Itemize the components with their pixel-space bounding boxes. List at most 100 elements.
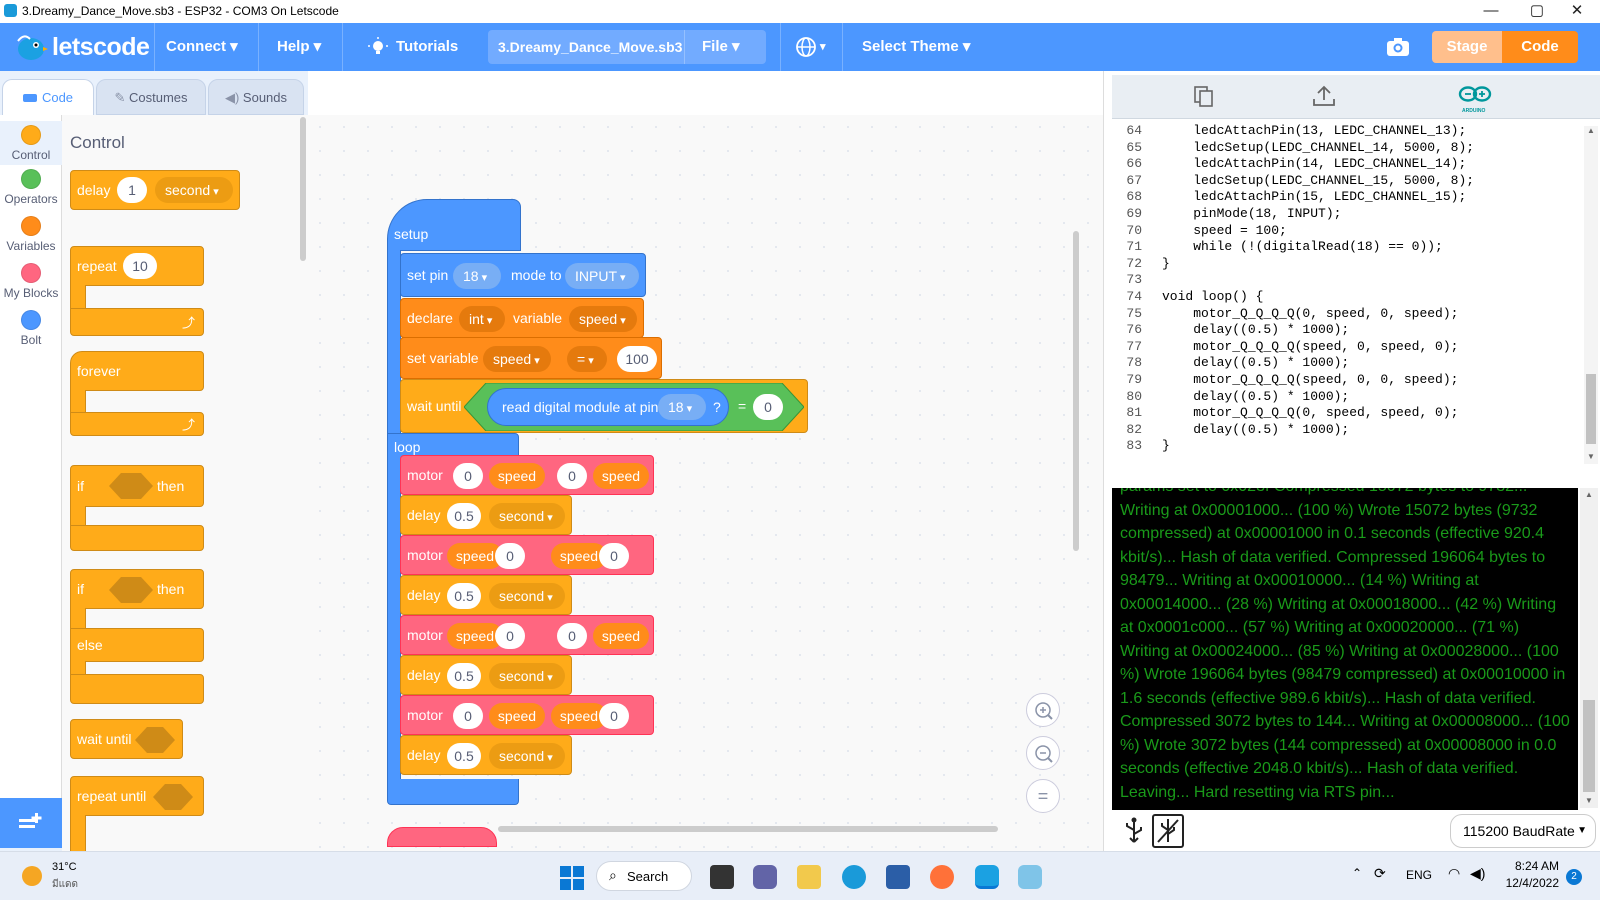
baudrate-select[interactable]: 115200 BaudRate ▼ [1450,814,1596,848]
palette-if-else-block[interactable]: if then [70,569,204,609]
serial-scrollbar[interactable]: ▲ ▼ [1580,488,1598,808]
compare-value-input[interactable]: 0 [753,394,783,420]
motor-value-input[interactable]: 0 [599,543,629,569]
palette-delay-block[interactable]: delay 1 second [70,170,240,210]
type-dropdown[interactable]: int [459,306,505,332]
category-operators[interactable]: Operators [0,169,62,206]
workspace-hscroll[interactable] [498,826,998,832]
declare-var-dropdown[interactable]: speed [569,306,637,332]
motor-speed-reporter[interactable]: speed [593,463,649,489]
file-explorer-icon[interactable] [797,865,821,889]
code-line[interactable]: } [1162,256,1170,271]
windows-start-icon[interactable] [560,866,584,890]
zoom-reset-button[interactable]: = [1026,779,1060,813]
code-line[interactable]: ledcAttachPin(14, LEDC_CHANNEL_14); [1162,156,1466,171]
language-dropdown-icon[interactable]: ▾ [820,23,826,71]
set-pin-block[interactable]: set pin 18 mode to INPUT [400,253,646,297]
loop-delay-block[interactable]: delay 0.5 second [400,735,572,775]
task-view-icon[interactable] [710,865,734,889]
tray-chevron-up-icon[interactable]: ⌃ [1352,866,1362,880]
palette-repeat-until-block[interactable]: repeat until [70,776,204,816]
select-theme-menu[interactable]: Select Theme ▾ [862,23,970,71]
edge-browser-icon[interactable] [842,865,866,889]
project-filename[interactable]: 3.Dreamy_Dance_Move.sb3 [498,23,682,71]
loop-delay-block[interactable]: delay 0.5 second [400,495,572,535]
set-var-dropdown[interactable]: speed [483,346,551,372]
delay-value-input[interactable]: 1 [117,177,147,203]
zoom-in-button[interactable] [1026,693,1060,727]
store-icon[interactable] [886,865,910,889]
loop-delay-input[interactable]: 0.5 [447,743,481,769]
pin-mode-dropdown[interactable]: INPUT [565,263,639,289]
taskbar-search[interactable]: ⌕ Search [596,861,692,891]
motor-block[interactable]: motor 0 speed speed 0 [400,695,654,735]
code-line[interactable]: void loop() { [1162,289,1263,304]
firefox-icon[interactable] [930,865,954,889]
serial-scroll-down-icon[interactable]: ▼ [1585,796,1593,805]
tab-sounds[interactable]: ◀) Sounds [208,79,304,115]
loop-delay-block[interactable]: delay 0.5 second [400,655,572,695]
copy-icon[interactable] [1194,86,1214,108]
close-button[interactable]: ✕ [1554,0,1600,23]
loop-delay-unit-dropdown[interactable]: second [489,663,565,689]
language-indicator[interactable]: ENG [1406,868,1432,882]
category-variables[interactable]: Variables [0,216,62,253]
category-bolt[interactable]: Bolt [0,310,62,347]
loop-delay-input[interactable]: 0.5 [447,663,481,689]
motor-value-input[interactable]: 0 [557,623,587,649]
serial-scrollbar-thumb[interactable] [1583,700,1595,792]
motor-speed-reporter[interactable]: speed [593,623,649,649]
wifi-icon[interactable]: ◠ [1448,865,1460,882]
code-editor[interactable]: 64 ledcAttachPin(13, LEDC_CHANNEL_13); 65… [1112,120,1584,469]
add-extension-button[interactable] [0,798,62,848]
operator-dropdown[interactable]: = [567,346,607,372]
delay-unit-dropdown[interactable]: second [155,177,233,203]
usb-disconnect-button[interactable] [1152,814,1184,848]
pin-dropdown[interactable]: 18 [453,263,501,289]
sync-icon[interactable]: ⟳ [1374,865,1386,882]
loop-delay-unit-dropdown[interactable]: second [489,583,565,609]
scroll-up-icon[interactable]: ▲ [1587,126,1595,135]
notification-badge[interactable]: 2 [1566,869,1582,885]
palette-forever-block[interactable]: forever [70,351,204,391]
loop-delay-input[interactable]: 0.5 [447,503,481,529]
motor-value-input[interactable]: 0 [599,703,629,729]
motor-block[interactable]: motor speed 0 0 speed [400,615,654,655]
code-line[interactable]: motor_Q_Q_Q_Q(speed, 0, speed, 0); [1162,339,1458,354]
file-menu[interactable]: File ▾ [702,23,740,71]
code-line[interactable]: ledcSetup(LEDC_CHANNEL_14, 5000, 8); [1162,140,1474,155]
serial-scroll-up-icon[interactable]: ▲ [1585,490,1593,499]
motor-value-input[interactable]: 0 [495,543,525,569]
loop-delay-unit-dropdown[interactable]: second [489,503,565,529]
code-line[interactable]: delay((0.5) * 1000); [1162,355,1349,370]
code-line[interactable]: pinMode(18, INPUT); [1162,206,1341,221]
tab-costumes[interactable]: ✎ Costumes [96,79,206,115]
palette-if-then-block[interactable]: if then [70,465,204,507]
code-line[interactable]: motor_Q_Q_Q_Q(0, speed, 0, speed); [1162,306,1458,321]
palette-scrollbar[interactable] [300,117,306,261]
motor-block[interactable]: motor 0 speed 0 speed [400,455,654,495]
palette-wait-until-block[interactable]: wait until [70,719,183,759]
code-line[interactable]: delay((0.5) * 1000); [1162,389,1349,404]
motor-speed-reporter[interactable]: speed [489,703,545,729]
category-control[interactable]: Control [0,121,62,165]
set-variable-block[interactable]: set variable speed = 100 [400,337,662,379]
editor-scrollbar-thumb[interactable] [1586,374,1596,444]
stage-button[interactable]: Stage [1432,31,1502,63]
code-line[interactable]: delay((0.5) * 1000); [1162,322,1349,337]
zoom-out-button[interactable] [1026,736,1060,770]
code-line[interactable]: ledcAttachPin(13, LEDC_CHANNEL_13); [1162,123,1466,138]
loop-delay-block[interactable]: delay 0.5 second [400,575,572,615]
code-line[interactable]: while (!(digitalRead(18) == 0)); [1162,239,1443,254]
motor-value-input[interactable]: 0 [453,463,483,489]
code-button[interactable]: Code [1502,31,1578,63]
code-line[interactable]: motor_Q_Q_Q_Q(speed, 0, 0, speed); [1162,372,1458,387]
loop-delay-unit-dropdown[interactable]: second [489,743,565,769]
motor-speed-reporter[interactable]: speed [489,463,545,489]
usb-connect-icon[interactable] [1122,816,1146,846]
setup-hat-block[interactable]: setup [387,199,521,251]
motor-value-input[interactable]: 0 [453,703,483,729]
code-line[interactable]: motor_Q_Q_Q_Q(0, speed, speed, 0); [1162,405,1458,420]
tab-code[interactable]: Code [2,79,94,115]
code-line[interactable]: ledcAttachPin(15, LEDC_CHANNEL_15); [1162,189,1466,204]
